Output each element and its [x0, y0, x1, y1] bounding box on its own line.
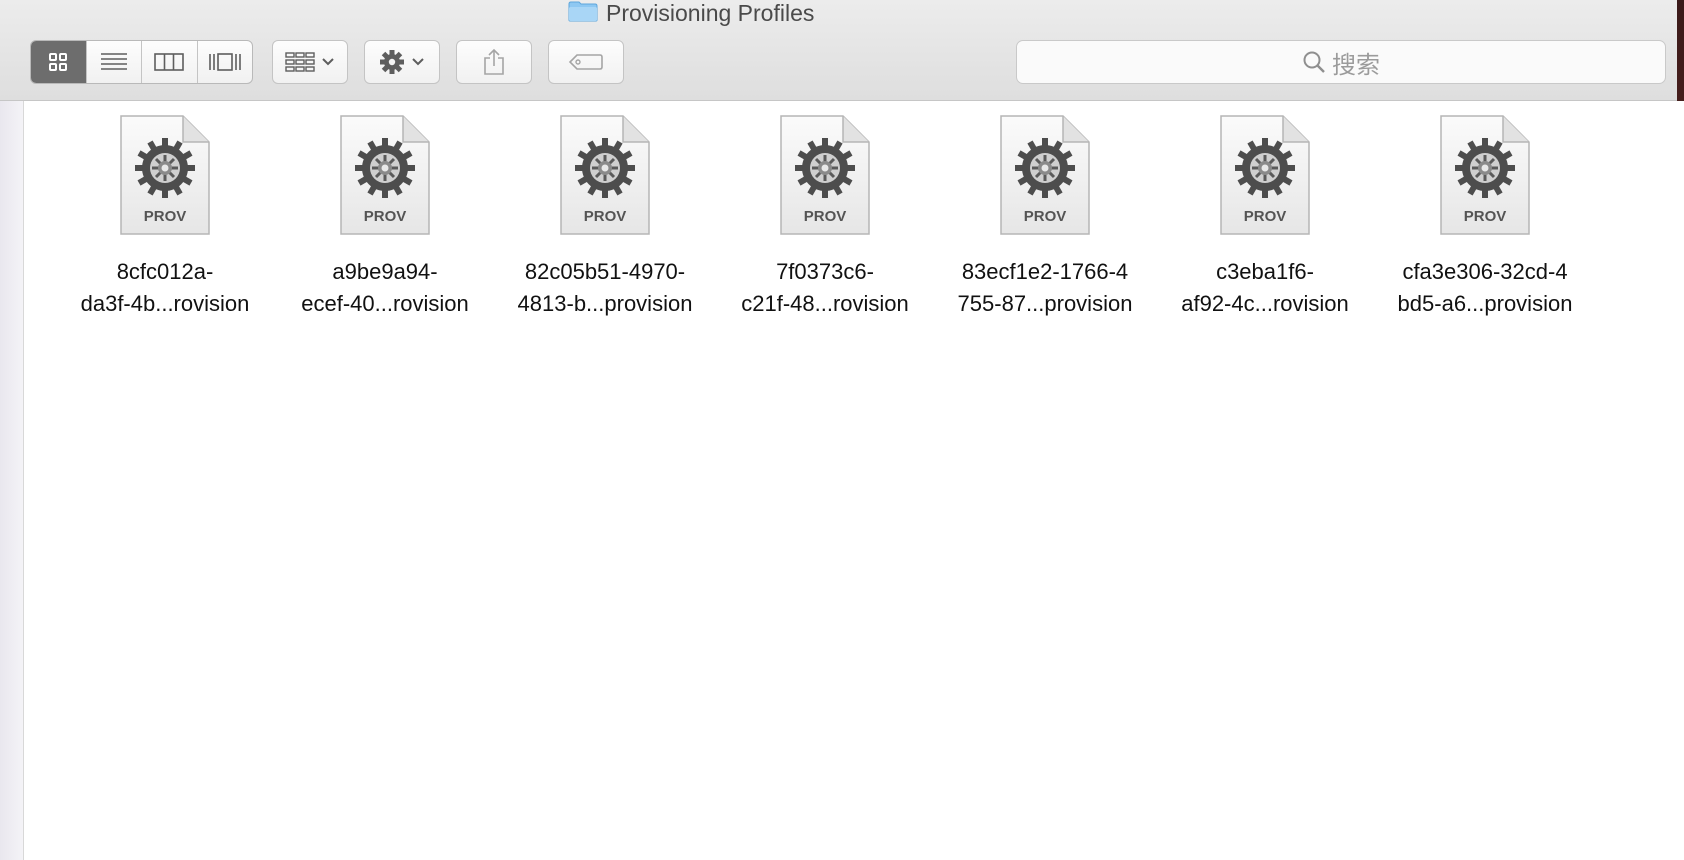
window-title-text: Provisioning Profiles	[606, 0, 815, 26]
file-name-line1: 82c05b51-4970-	[524, 259, 686, 284]
chevron-down-icon	[412, 58, 424, 66]
file-name-line2: 4813-b...provision	[517, 291, 693, 316]
column-view-button[interactable]	[141, 41, 197, 83]
window-title: Provisioning Profiles	[568, 0, 814, 26]
file-name-line1: c3eba1f6-	[1216, 259, 1314, 284]
file-name-line1: 7f0373c6-	[776, 259, 874, 284]
prov-file-icon: PROV	[560, 115, 650, 235]
prov-file-icon: PROV	[340, 115, 430, 235]
file-name: 83ecf1e2-1766-4 755-87...provision	[940, 256, 1150, 320]
icon-view-icon	[49, 53, 68, 71]
file-name: 8cfc012a- da3f-4b...rovision	[60, 256, 270, 320]
file-item[interactable]: PROV 8cfc012a- da3f-4b...rovision	[60, 114, 270, 320]
share-icon	[484, 48, 504, 75]
search-field[interactable]: 搜索	[1016, 40, 1666, 84]
prov-badge: PROV	[1024, 208, 1067, 225]
prov-badge: PROV	[364, 208, 407, 225]
gear-icon	[380, 50, 404, 74]
file-name: a9be9a94- ecef-40...rovision	[280, 256, 490, 320]
column-view-icon	[154, 53, 185, 71]
icon-view-button[interactable]	[31, 41, 86, 83]
file-name-line2: bd5-a6...provision	[1397, 291, 1573, 316]
tag-button[interactable]	[548, 40, 624, 84]
file-name: 7f0373c6- c21f-48...rovision	[720, 256, 930, 320]
file-name-line2: 755-87...provision	[957, 291, 1133, 316]
toolbar: Provisioning Profiles 搜索	[0, 0, 1684, 101]
prov-file-icon: PROV	[1000, 115, 1090, 235]
file-name: cfa3e306-32cd-4 bd5-a6...provision	[1380, 256, 1590, 320]
list-view-button[interactable]	[85, 41, 142, 83]
folder-icon	[568, 1, 598, 22]
group-by-button[interactable]	[272, 40, 348, 84]
file-item[interactable]: PROV cfa3e306-32cd-4 bd5-a6...provision	[1380, 114, 1590, 320]
prov-badge: PROV	[584, 208, 627, 225]
file-item[interactable]: PROV a9be9a94- ecef-40...rovision	[280, 114, 490, 320]
file-name-line1: a9be9a94-	[332, 259, 438, 284]
cover-flow-view-button[interactable]	[196, 41, 253, 83]
list-view-icon	[100, 53, 127, 70]
file-grid: PROV 8cfc012a- da3f-4b...rovision PROV a…	[24, 101, 1684, 860]
group-grid-icon	[285, 52, 315, 72]
file-name-line2: af92-4c...rovision	[1181, 291, 1349, 316]
action-menu-button[interactable]	[364, 40, 440, 84]
cover-flow-view-icon	[208, 53, 241, 71]
search-placeholder: 搜索	[1332, 51, 1380, 79]
file-item[interactable]: PROV c3eba1f6- af92-4c...rovision	[1160, 114, 1370, 320]
prov-file-icon: PROV	[1220, 115, 1310, 235]
file-item[interactable]: PROV 7f0373c6- c21f-48...rovision	[720, 114, 930, 320]
prov-file-icon: PROV	[780, 115, 870, 235]
file-name-line2: da3f-4b...rovision	[80, 291, 250, 316]
prov-badge: PROV	[804, 208, 847, 225]
prov-badge: PROV	[1464, 208, 1507, 225]
file-name-line1: cfa3e306-32cd-4	[1402, 259, 1568, 284]
sidebar-edge	[0, 101, 24, 860]
file-name-line2: c21f-48...rovision	[741, 291, 909, 316]
tag-icon	[568, 54, 603, 70]
file-name: c3eba1f6- af92-4c...rovision	[1160, 256, 1370, 320]
share-button[interactable]	[456, 40, 532, 84]
prov-badge: PROV	[144, 208, 187, 225]
file-item[interactable]: PROV 83ecf1e2-1766-4 755-87...provision	[940, 114, 1150, 320]
chevron-down-icon	[322, 58, 334, 66]
view-mode-control	[30, 40, 253, 84]
prov-file-icon: PROV	[1440, 115, 1530, 235]
search-icon	[1303, 51, 1325, 73]
file-name-line2: ecef-40...rovision	[301, 291, 469, 316]
file-name: 82c05b51-4970- 4813-b...provision	[500, 256, 710, 320]
prov-badge: PROV	[1244, 208, 1287, 225]
file-name-line1: 83ecf1e2-1766-4	[961, 259, 1129, 284]
file-name-line1: 8cfc012a-	[116, 259, 214, 284]
file-item[interactable]: PROV 82c05b51-4970- 4813-b...provision	[500, 114, 710, 320]
prov-file-icon: PROV	[120, 115, 210, 235]
